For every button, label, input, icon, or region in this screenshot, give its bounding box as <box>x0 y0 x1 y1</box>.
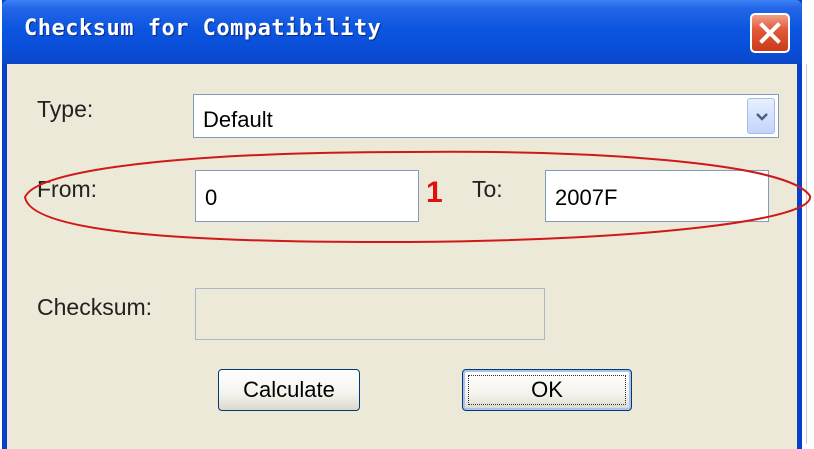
annotation-marker: 1 <box>426 176 443 209</box>
annotation-ellipse <box>23 150 812 244</box>
